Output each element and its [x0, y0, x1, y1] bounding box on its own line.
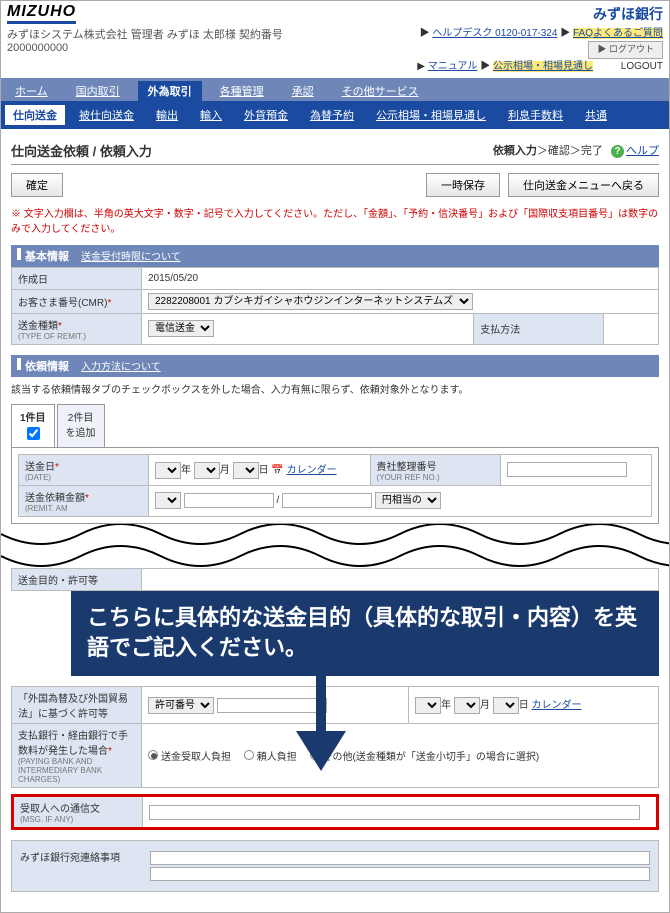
- month-select[interactable]: [194, 462, 220, 479]
- bank-name: みずほ銀行: [593, 4, 663, 24]
- req-link[interactable]: 入力方法について: [81, 358, 161, 373]
- nav1-approve[interactable]: 承認: [282, 81, 324, 101]
- mizuho-line-1[interactable]: [150, 851, 650, 865]
- calendar-link[interactable]: カレンダー: [287, 465, 337, 476]
- page-title: 仕向送金依頼 / 依頼入力: [11, 141, 152, 160]
- pay-lbl: 支払方法: [474, 313, 604, 344]
- nav2-fwd[interactable]: 為替予約: [302, 105, 362, 125]
- req-note: 該当する依頼情報タブのチェックボックスを外した場合、入力有無に限らず、依頼対象外…: [11, 377, 659, 400]
- msg-input[interactable]: [149, 805, 640, 820]
- help-link[interactable]: ヘルプ: [626, 145, 659, 157]
- save-button[interactable]: 一時保存: [426, 173, 500, 197]
- nav2-export[interactable]: 輸出: [148, 105, 186, 125]
- tab-1[interactable]: 1件目: [11, 404, 55, 447]
- help-desk-link[interactable]: ヘルプデスク 0120-017-324: [432, 28, 557, 39]
- type-lbl: 送金種類: [18, 321, 58, 332]
- nav1-domestic[interactable]: 国内取引: [66, 81, 130, 101]
- nav2-fcy[interactable]: 外貨預金: [236, 105, 296, 125]
- mizuho-line-2[interactable]: [150, 867, 650, 881]
- mizuho-note-box: みずほ銀行宛連絡事項: [11, 840, 659, 892]
- msg-lbl: 受取人への通信文: [20, 804, 100, 815]
- arrow-icon: [281, 676, 351, 776]
- created-val: 2015/05/20: [142, 267, 659, 289]
- day-select[interactable]: [233, 462, 259, 479]
- manual-link[interactable]: マニュアル: [428, 61, 478, 72]
- nav2-outward[interactable]: 仕向送金: [5, 105, 65, 125]
- perm-day[interactable]: [493, 697, 519, 714]
- confirm-button[interactable]: 確定: [11, 173, 63, 197]
- created-lbl: 作成日: [12, 267, 142, 289]
- nav-secondary: 仕向送金 被仕向送金 輸出 輸入 外貨預金 為替予約 公示相場・相場見通し 利息…: [1, 101, 669, 129]
- year-select[interactable]: [155, 462, 181, 479]
- nav1-fx[interactable]: 外為取引: [138, 81, 202, 101]
- basic-table: 作成日 2015/05/20 お客さま番号(CMR)* 2282208001 カ…: [11, 267, 659, 345]
- permit-select[interactable]: 許可番号: [148, 697, 214, 714]
- mizuho-lbl: みずほ銀行宛連絡事項: [20, 849, 150, 883]
- nav2-rates[interactable]: 公示相場・相場見通し: [368, 105, 494, 125]
- logout-button[interactable]: ▶ ログアウト: [588, 41, 663, 59]
- type-select[interactable]: 電信送金: [148, 320, 214, 337]
- mizuho-logo: MIZUHO: [7, 3, 76, 24]
- perm-year[interactable]: [415, 697, 441, 714]
- tab-2[interactable]: 2件目 を追加: [57, 404, 105, 447]
- nav1-home[interactable]: ホーム: [5, 81, 58, 101]
- basic-link[interactable]: 送金受付時限について: [81, 248, 181, 263]
- cust-select[interactable]: 2282208001 カブシキガイシャホウジンインターネットシステムズ: [148, 293, 473, 310]
- input-note: ※ 文字入力欄は、半角の英大文字・数字・記号で入力してください。ただし、「金額」…: [11, 205, 659, 235]
- nav2-inward[interactable]: 被仕向送金: [71, 105, 142, 125]
- tab1-checkbox[interactable]: [27, 427, 40, 440]
- callout-text: こちらに具体的な送金目的（具体的な取引・内容）を英語でご記入ください。: [71, 591, 659, 677]
- back-button[interactable]: 仕向送金メニューへ戻る: [508, 173, 659, 197]
- ref-input[interactable]: [507, 462, 627, 477]
- crumb-rest: ＞確認＞完了: [537, 145, 603, 157]
- req-head: 依頼情報 入力方法について: [11, 355, 659, 377]
- callout: こちらに具体的な送金目的（具体的な取引・内容）を英語でご記入ください。: [71, 591, 659, 677]
- cur-select[interactable]: [155, 492, 181, 509]
- radio-payee[interactable]: 送金受取人負担: [148, 748, 231, 763]
- eq-select[interactable]: 円相当の: [375, 492, 441, 509]
- nav1-other[interactable]: その他サービス: [332, 81, 429, 101]
- perm-month[interactable]: [454, 697, 480, 714]
- amt2-input[interactable]: [282, 493, 372, 508]
- help-icon: ?: [611, 145, 624, 158]
- company-line: みずほシステム株式会社 管理者 みずほ 太郎様 契約番号2000000000: [7, 26, 341, 54]
- cust-lbl: お客さま番号(CMR): [18, 298, 107, 309]
- basic-head: 基本情報 送金受付時限について: [11, 245, 659, 267]
- public-notice-link[interactable]: 公示相場・相場見通し: [493, 61, 593, 72]
- crumb-current: 依頼入力: [493, 145, 537, 157]
- nav2-common[interactable]: 共通: [577, 105, 615, 125]
- nav2-import[interactable]: 輸入: [192, 105, 230, 125]
- tear-divider: [1, 524, 669, 568]
- amt-input[interactable]: [184, 493, 274, 508]
- faq-link[interactable]: FAQよくあるご質問: [573, 28, 663, 39]
- nav2-fees[interactable]: 利息手数料: [500, 105, 571, 125]
- nav-primary: ホーム 国内取引 外為取引 各種管理 承認 その他サービス: [1, 78, 669, 101]
- nav1-admin[interactable]: 各種管理: [210, 81, 274, 101]
